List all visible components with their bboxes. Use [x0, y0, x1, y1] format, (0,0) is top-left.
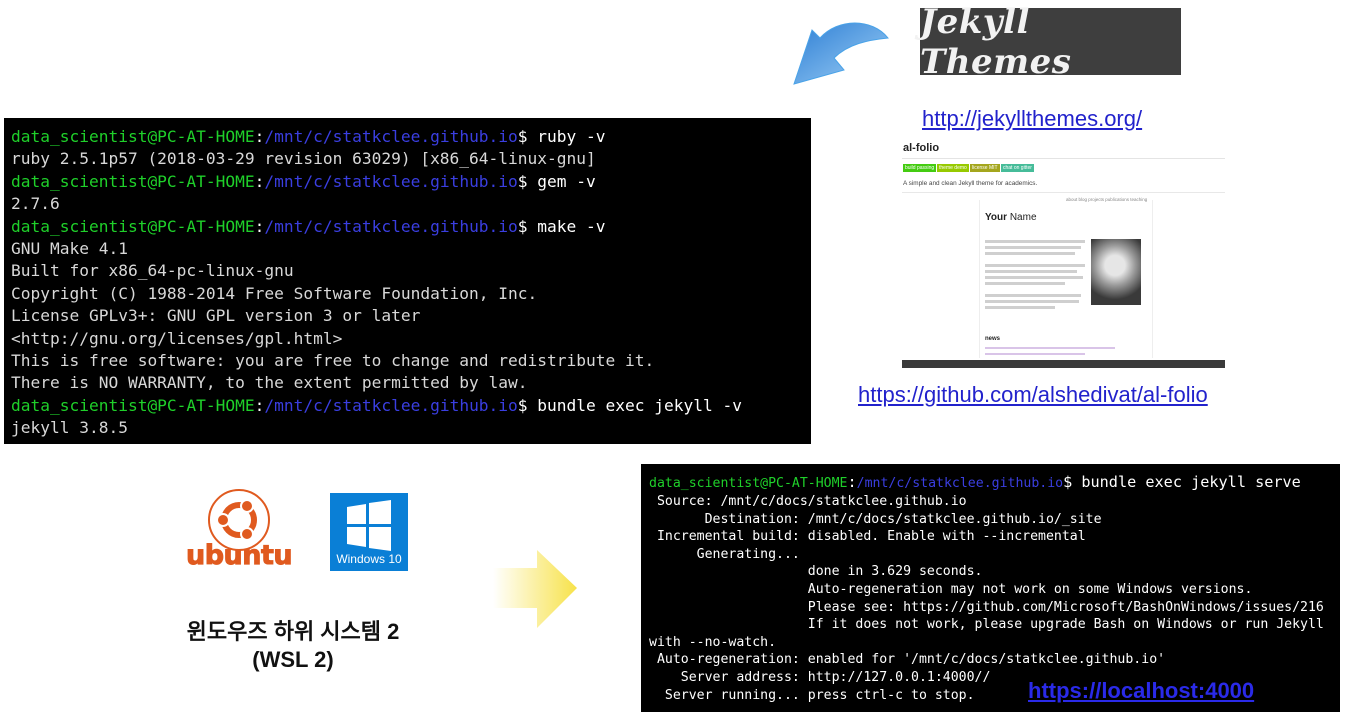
prompt-user: data_scientist@PC-AT-HOME	[649, 476, 848, 491]
terminal-window-jekyll-serve: data_scientist@PC-AT-HOME:/mnt/c/statkcl…	[641, 464, 1340, 712]
jekyllthemes-link[interactable]: http://jekyllthemes.org/	[922, 106, 1142, 132]
badge-build: build passing	[903, 164, 937, 172]
portrait-photo	[1091, 239, 1141, 305]
prompt-line: data_scientist@PC-AT-HOME:/mnt/c/statkcl…	[11, 395, 742, 415]
jekyll-themes-logo: Jekyll Themes	[920, 2, 1181, 82]
badge-chat: chat on gitter	[1001, 164, 1034, 172]
badge-theme: theme demo	[937, 164, 969, 172]
badge-license: license MIT	[970, 164, 1000, 172]
prompt-user: data_scientist@PC-AT-HOME	[11, 395, 255, 415]
output-line: with --no-watch.	[649, 634, 777, 650]
prompt-path: /mnt/c/statkclee.github.io	[264, 171, 518, 191]
localhost-link[interactable]: https://localhost:4000	[1028, 678, 1254, 704]
output-line: License GPLv3+: GNU GPL version 3 or lat…	[11, 306, 421, 326]
alfolio-preview: al-folio build passing theme demo licens…	[902, 140, 1225, 368]
alfolio-link[interactable]: https://github.com/alshedivat/al-folio	[858, 382, 1208, 408]
prompt-user: data_scientist@PC-AT-HOME	[11, 127, 255, 146]
prompt-line: data_scientist@PC-AT-HOME:/mnt/c/statkcl…	[11, 171, 596, 191]
prompt-user: data_scientist@PC-AT-HOME	[11, 171, 255, 191]
prompt-command: $ bundle exec jekyll -v	[517, 395, 742, 415]
prompt-path: /mnt/c/statkclee.github.io	[264, 216, 518, 236]
prompt-command: $ ruby -v	[517, 127, 606, 146]
output-line: Built for x86_64-pc-linux-gnu	[11, 261, 294, 281]
output-line: 2.7.6	[11, 194, 60, 214]
output-line: Generating...	[649, 546, 800, 562]
windows-10-label: Windows 10	[336, 552, 402, 566]
prompt-command: $ make -v	[517, 216, 606, 236]
prompt-line: data_scientist@PC-AT-HOME:/mnt/c/statkcl…	[11, 216, 606, 236]
alfolio-news-heading: news	[985, 336, 1001, 342]
prompt-line: data_scientist@PC-AT-HOME:/mnt/c/statkcl…	[649, 473, 1301, 491]
wsl-title: 윈도우즈 하위 시스템 2 (WSL 2)	[186, 619, 400, 672]
output-line: ruby 2.5.1p57 (2018-03-29 revision 63029…	[11, 149, 596, 169]
output-line: done in 3.629 seconds.	[649, 564, 983, 580]
right-arrow-icon	[493, 550, 577, 628]
prompt-line: data_scientist@PC-AT-HOME:/mnt/c/statkcl…	[11, 127, 606, 146]
output-line: This is free software: you are free to c…	[11, 351, 655, 371]
output-line: Please see: https://github.com/Microsoft…	[649, 599, 1324, 615]
output-line: GNU Make 4.1	[11, 239, 128, 259]
prompt-user: data_scientist@PC-AT-HOME	[11, 216, 255, 236]
prompt-path: /mnt/c/statkclee.github.io	[856, 476, 1064, 491]
prompt-path: /mnt/c/statkclee.github.io	[264, 395, 518, 415]
output-line: <http://gnu.org/licenses/gpl.html>	[11, 328, 343, 348]
terminal-window-versions: data_scientist@PC-AT-HOME:/mnt/c/statkcl…	[4, 118, 811, 444]
alfolio-your-name: Your Name	[985, 212, 1037, 223]
alfolio-tagline: A simple and clean Jekyll theme for acad…	[903, 180, 1038, 187]
output-line: Copyright (C) 1988-2014 Free Software Fo…	[11, 283, 538, 303]
output-line: Auto-regeneration: enabled for '/mnt/c/d…	[649, 652, 1166, 668]
alfolio-title: al-folio	[903, 142, 940, 154]
prompt-command: $ gem -v	[517, 171, 596, 191]
prompt-path: /mnt/c/statkclee.github.io	[264, 127, 518, 146]
curved-arrow-icon	[793, 22, 889, 85]
output-line: There is NO WARRANTY, to the extent perm…	[11, 373, 528, 393]
output-line: Destination: /mnt/c/docs/statkclee.githu…	[649, 511, 1102, 527]
output-line: Incremental build: disabled. Enable with…	[649, 529, 1086, 545]
prompt-command: $ bundle exec jekyll serve	[1063, 473, 1301, 491]
output-line: jekyll 3.8.5	[11, 418, 128, 438]
output-line: Source: /mnt/c/docs/statkclee.github.io	[649, 494, 967, 509]
output-line: If it does not work, please upgrade Bash…	[649, 617, 1324, 633]
ubuntu-wordmark: ubuntu	[186, 540, 294, 572]
output-line: Auto-regeneration may not work on some W…	[649, 581, 1253, 597]
